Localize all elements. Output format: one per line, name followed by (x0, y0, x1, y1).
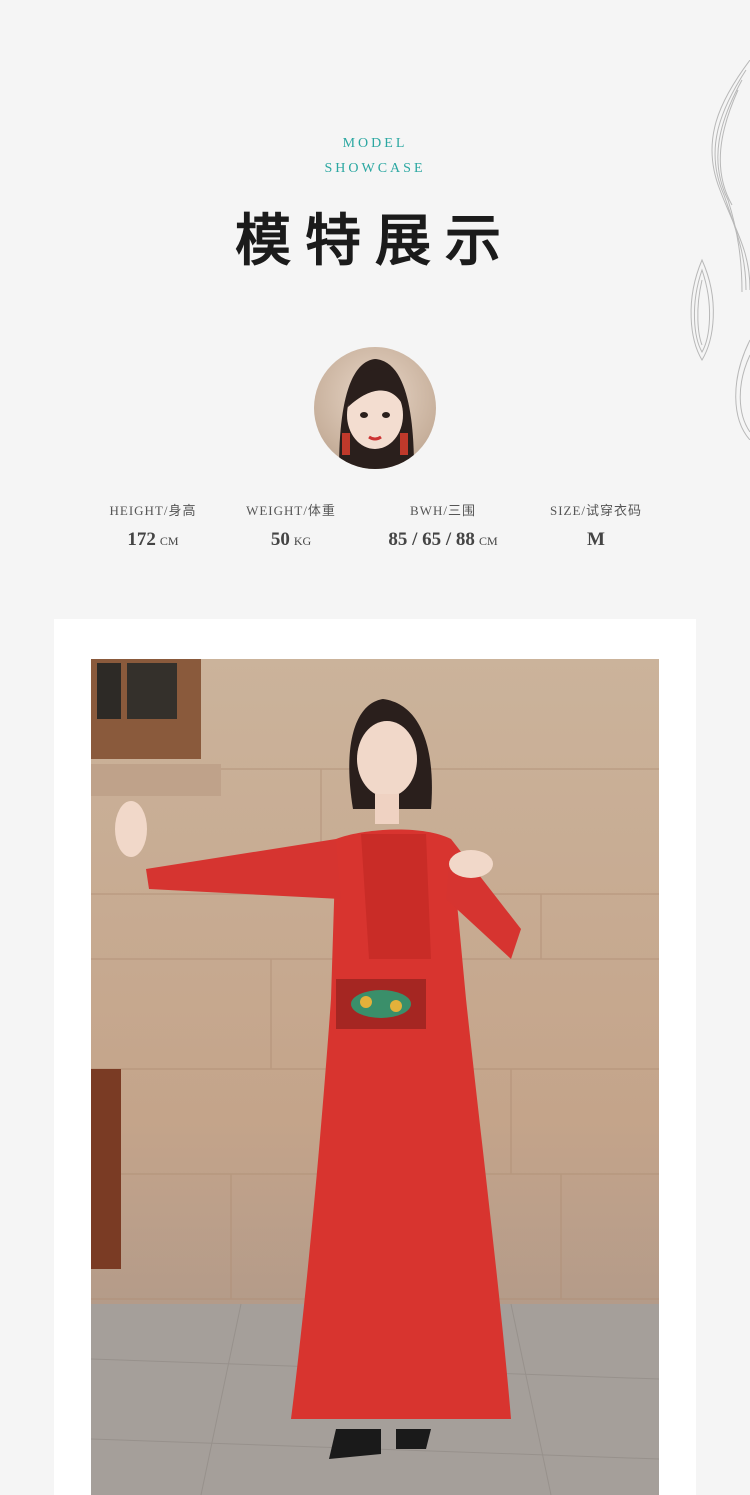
section-eyebrow-showcase: SHOWCASE (324, 161, 426, 176)
stat-bwh-label: BWH/三围 (410, 503, 476, 518)
stat-height: HEIGHT/身高 172 CM (78, 500, 228, 551)
stat-height-value: 172 (127, 529, 156, 550)
stat-size: SIZE/试穿衣码 M (521, 500, 671, 551)
stat-size-label: SIZE/试穿衣码 (549, 503, 643, 518)
stat-bwh: BWH/三围 85 / 65 / 88 CM (368, 500, 518, 551)
section-eyebrow-model: MODEL (342, 136, 408, 151)
stat-weight: WEIGHT/体重 50 KG (216, 500, 366, 551)
stat-height-label: HEIGHT/身高 (109, 503, 197, 518)
showcase-card (54, 619, 696, 1495)
model-measurements: HEIGHT/身高 172 CM WEIGHT/体重 50 KG BWH/三围 85… (0, 500, 750, 560)
stat-bwh-unit: CM (478, 534, 498, 548)
model-avatar (314, 347, 436, 469)
stat-weight-value: 50 (270, 529, 290, 550)
stat-weight-label: WEIGHT/体重 (246, 503, 336, 518)
stat-height-unit: CM (159, 534, 179, 548)
stat-weight-unit: KG (293, 534, 312, 548)
model-photo (91, 659, 659, 1495)
stat-size-value: M (587, 529, 605, 550)
stat-bwh-value: 85 / 65 / 88 (388, 529, 475, 550)
page-title: 模特展示 (235, 208, 515, 274)
